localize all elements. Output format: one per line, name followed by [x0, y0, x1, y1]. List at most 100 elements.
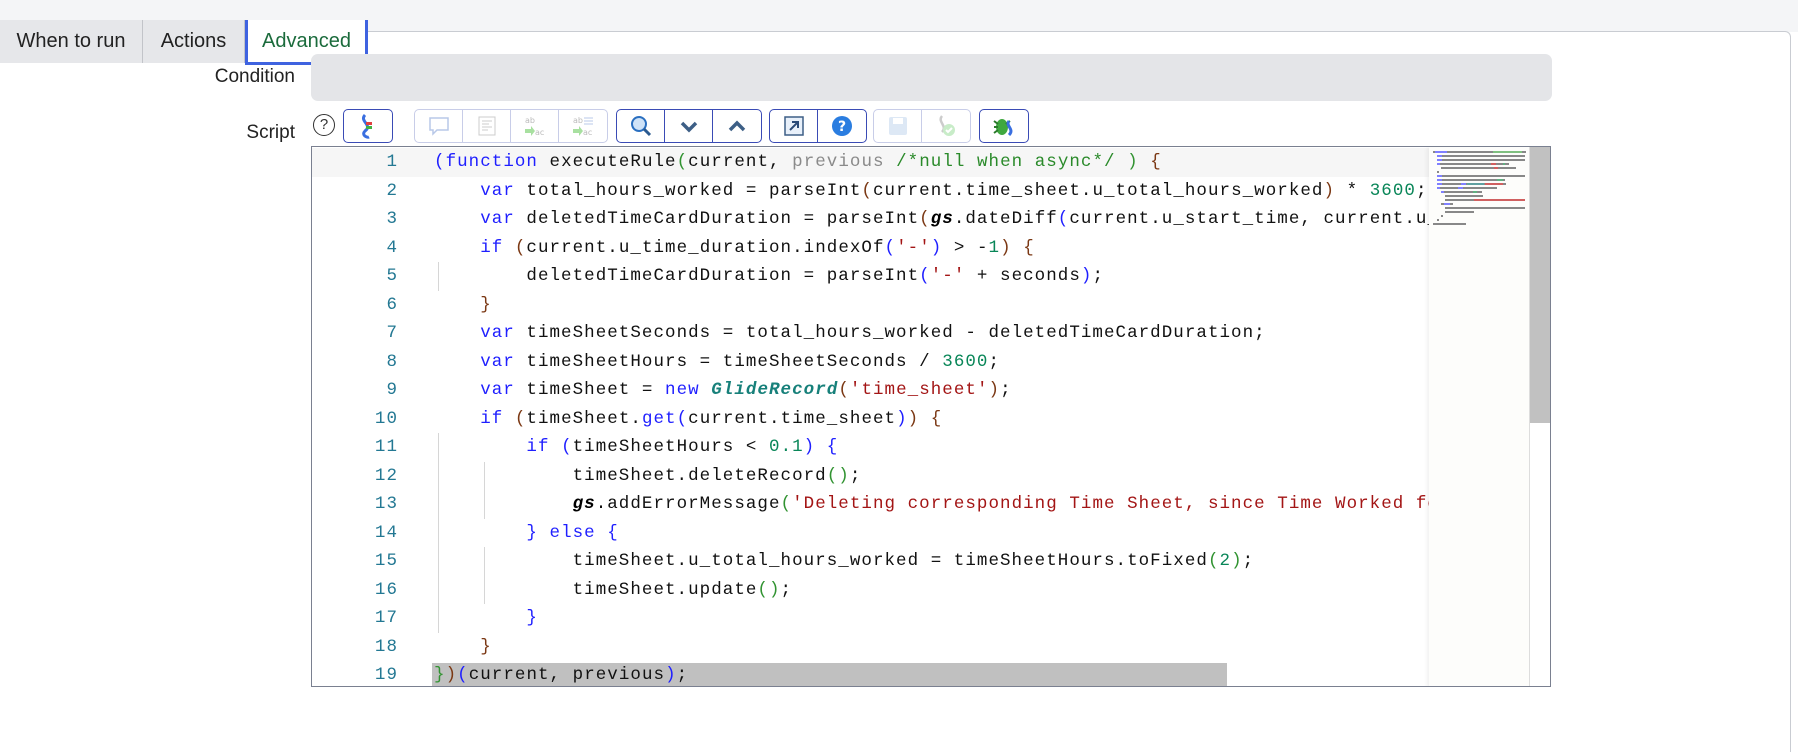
- code-line[interactable]: 11 if (timeSheetHours < 0.1) {: [312, 433, 1430, 462]
- code-token: (: [919, 266, 931, 286]
- code-token: ;: [1242, 551, 1255, 571]
- code-text: var timeSheetSeconds = total_hours_worke…: [480, 319, 1266, 348]
- code-token: (): [757, 579, 781, 600]
- condition-field[interactable]: [311, 54, 1552, 101]
- code-token: if: [480, 408, 504, 429]
- minimap-mark: [1447, 191, 1473, 193]
- code-line[interactable]: 4 if (current.u_time_duration.indexOf('-'…: [312, 234, 1430, 263]
- minimap-mark: [1448, 199, 1472, 201]
- vertical-scrollbar[interactable]: [1529, 147, 1550, 686]
- script-editor[interactable]: 1 (function executeRule(current, previous…: [311, 146, 1551, 687]
- code-line[interactable]: 15 timeSheet.u_total_hours_worked = timeS…: [312, 547, 1430, 576]
- code-token: deletedTimeCardDuration = parseInt: [514, 209, 920, 229]
- code-line[interactable]: 9 var timeSheet = new GlideRecord('time_s…: [312, 376, 1430, 405]
- code-line[interactable]: 7 var timeSheetSeconds = total_hours_work…: [312, 319, 1430, 348]
- scrollbar-thumb[interactable]: [1530, 147, 1550, 423]
- code-line[interactable]: 2 var total_hours_worked = parseInt(curre…: [312, 177, 1430, 206]
- search-button[interactable]: [617, 110, 665, 142]
- minimap-mark: [1481, 195, 1483, 197]
- indent-guide: [438, 547, 439, 576]
- fullscreen-icon: [783, 115, 805, 137]
- code-token: (): [826, 465, 850, 486]
- code-token: if: [480, 237, 504, 258]
- code-line[interactable]: 6}: [312, 291, 1430, 320]
- line-number: 18: [374, 636, 398, 657]
- script-include-icon: [357, 113, 379, 139]
- code-token: ): [907, 408, 920, 429]
- code-line[interactable]: 5 deletedTimeCardDuration = parseInt('-' …: [312, 262, 1430, 291]
- minimap-mark: [1441, 215, 1443, 217]
- find-previous-button[interactable]: [713, 110, 761, 142]
- minimap-mark: [1446, 151, 1465, 153]
- code-token: (: [676, 408, 689, 429]
- code-token: (: [676, 152, 689, 172]
- indent-guide: [438, 433, 439, 462]
- code-line[interactable]: 3 var deletedTimeCardDuration = parseInt(…: [312, 205, 1438, 234]
- code-line[interactable]: 10 if (timeSheet.get(current.time_sheet))…: [312, 405, 1430, 434]
- line-number: 8: [386, 351, 398, 372]
- replace-button: ab ac: [511, 110, 559, 142]
- code-line[interactable]: 18}: [312, 633, 1430, 662]
- minimap-mark: [1437, 223, 1463, 225]
- debug-button[interactable]: [980, 110, 1028, 142]
- code-line[interactable]: 8 var timeSheetHours = timeSheetSeconds /…: [312, 348, 1430, 377]
- minimap-mark: [1479, 151, 1493, 153]
- minimap-mark: [1498, 167, 1513, 169]
- code-token: ): [1080, 266, 1093, 286]
- code-token: (: [861, 180, 873, 201]
- code-token: ): [930, 237, 943, 258]
- minimap-mark: [1467, 183, 1484, 185]
- code-token: gs: [930, 209, 954, 229]
- code-token: (: [1207, 551, 1220, 571]
- minimap-mark: [1504, 183, 1506, 185]
- minimap-mark: [1437, 219, 1439, 221]
- line-number: 19: [374, 665, 398, 685]
- code-text: gs.addErrorMessage('Deleting correspondi…: [573, 490, 1439, 519]
- code-token: current.time_sheet.u_total_hours_worked: [872, 180, 1324, 201]
- script-include-button[interactable]: [344, 110, 392, 142]
- code-token: *: [1335, 180, 1370, 201]
- code-token: (: [919, 209, 931, 229]
- code-line[interactable]: 13 gs.addErrorMessage('Deleting correspon…: [312, 490, 1438, 519]
- code-token: 2: [1219, 551, 1232, 571]
- tab-label: When to run: [16, 30, 126, 52]
- code-token: ): [1231, 551, 1243, 571]
- code-token: (: [1057, 209, 1070, 229]
- minimap-mark: [1441, 183, 1461, 185]
- toolbar-group: [979, 109, 1029, 143]
- code-token: timeSheetHours = timeSheetSeconds /: [514, 351, 943, 372]
- tab-when-to-run[interactable]: When to run: [0, 20, 143, 63]
- code-token: {: [826, 437, 839, 457]
- code-text: timeSheet.deleteRecord();: [573, 462, 862, 491]
- code-token: }: [480, 636, 492, 657]
- code-token: ): [988, 380, 1001, 400]
- code-line[interactable]: 14} else {: [312, 518, 1430, 547]
- help-circle-icon[interactable]: ?: [313, 114, 335, 136]
- fullscreen-button[interactable]: [770, 110, 818, 142]
- code-line[interactable]: 17}: [312, 604, 1430, 633]
- tab-actions[interactable]: Actions: [143, 20, 245, 63]
- toolbar-group: [343, 109, 393, 143]
- code-line[interactable]: 19})(current, previous);: [312, 661, 1430, 686]
- code-token: {: [1150, 152, 1162, 172]
- code-token: (: [884, 237, 897, 258]
- code-token: ;: [1415, 180, 1428, 201]
- code-line[interactable]: 1 (function executeRule(current, previous…: [312, 148, 1430, 177]
- code-token: 0.1: [769, 437, 804, 457]
- tab-label: Actions: [160, 30, 227, 52]
- format-icon: [477, 115, 497, 137]
- find-next-button[interactable]: [665, 110, 713, 142]
- code-line[interactable]: 12 timeSheet.deleteRecord();: [312, 461, 1430, 491]
- minimap-mark: [1441, 179, 1497, 181]
- replace-all-button: ab ac: [559, 110, 607, 142]
- code-token: ): [1323, 180, 1336, 201]
- minimap[interactable]: [1429, 147, 1529, 686]
- code-line[interactable]: 16 timeSheet.update();: [312, 575, 1430, 604]
- find-previous-icon: [728, 119, 746, 133]
- code-token: var: [480, 323, 515, 343]
- help-button[interactable]: ?: [818, 110, 866, 142]
- code-token: ;: [1000, 380, 1012, 400]
- code-token: timeSheetHours <: [572, 437, 770, 457]
- code-token: ): [1000, 237, 1012, 258]
